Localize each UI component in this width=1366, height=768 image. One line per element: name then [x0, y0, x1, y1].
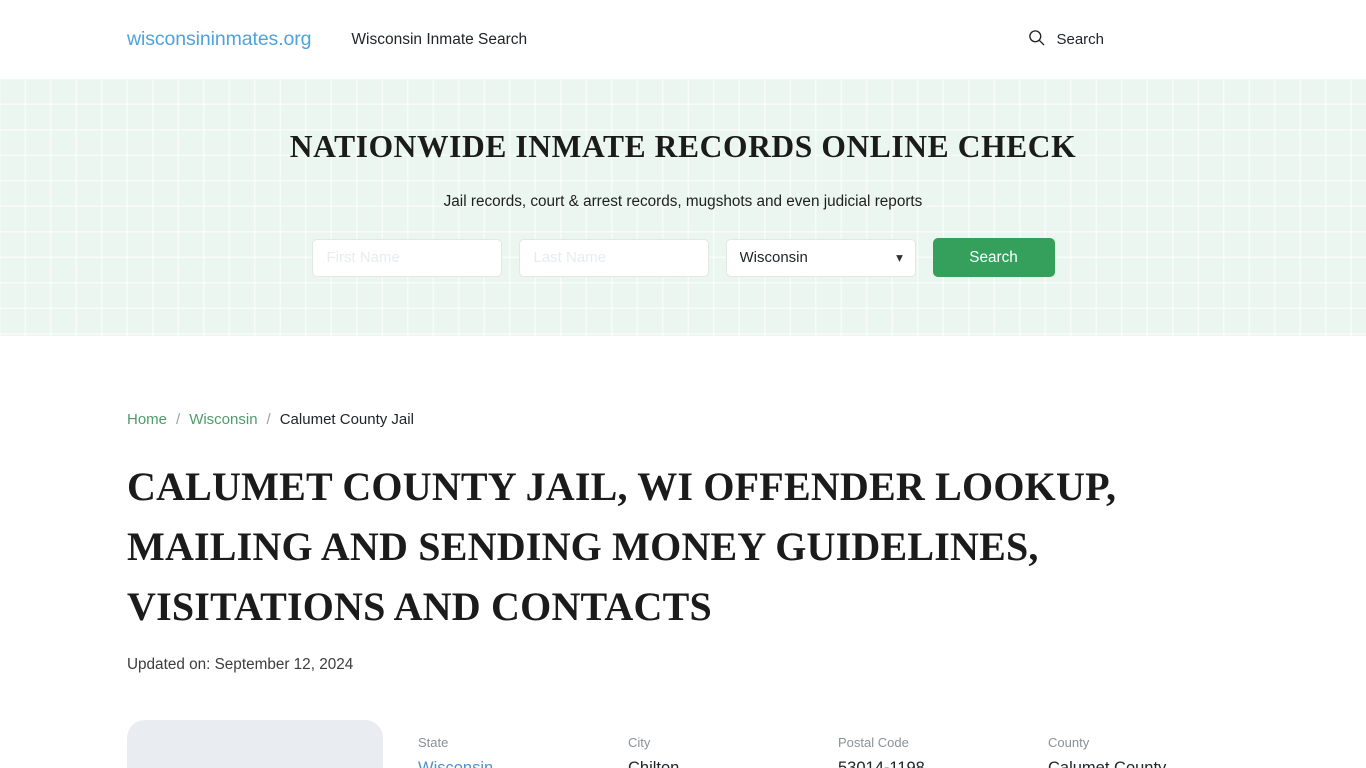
- facility-field-state: State Wisconsin: [418, 735, 628, 768]
- header-search-label: Search: [1056, 31, 1104, 48]
- facility-info-section: State Wisconsin City Chilton Postal Code…: [127, 720, 1239, 768]
- field-label: City: [628, 735, 651, 750]
- field-value: Chilton: [628, 758, 680, 768]
- hero-section: Nationwide Inmate Records Online Check J…: [0, 79, 1366, 336]
- site-header: wisconsininmates.org Wisconsin Inmate Se…: [0, 0, 1366, 79]
- header-search-button[interactable]: Search: [1028, 29, 1239, 50]
- field-value: Calumet County: [1048, 758, 1167, 768]
- last-updated-text: Updated on: September 12, 2024: [127, 656, 354, 673]
- field-label: County: [1048, 735, 1090, 750]
- facility-photo: [127, 720, 383, 768]
- hero-search-submit-button[interactable]: Search: [932, 238, 1055, 278]
- state-link[interactable]: Wisconsin: [418, 759, 493, 768]
- page-title: Calumet County Jail, WI Offender Lookup,…: [127, 464, 1117, 629]
- breadcrumb-separator: /: [176, 411, 181, 428]
- breadcrumb-item-wisconsin[interactable]: Wisconsin: [189, 411, 257, 428]
- facility-field-city: City Chilton: [628, 735, 838, 768]
- inmate-search-form: Wisconsin ▾ Search: [0, 238, 1366, 278]
- site-logo[interactable]: wisconsininmates.org: [127, 29, 312, 50]
- breadcrumb: Home / Wisconsin / Calumet County Jail: [127, 336, 1239, 428]
- hero-subtitle: Jail records, court & arrest records, mu…: [443, 193, 923, 211]
- state-select[interactable]: Wisconsin: [725, 238, 916, 277]
- field-value: Wisconsin: [418, 758, 628, 768]
- field-label: State: [418, 735, 449, 750]
- facility-field-list: State Wisconsin City Chilton Postal Code…: [383, 720, 1258, 768]
- search-icon: [1028, 29, 1045, 50]
- facility-field-county: County Calumet County: [1048, 735, 1258, 768]
- breadcrumb-item-home[interactable]: Home: [127, 411, 167, 428]
- field-label: Postal Code: [838, 735, 909, 750]
- breadcrumb-separator: /: [266, 411, 271, 428]
- first-name-input[interactable]: [311, 238, 502, 277]
- hero-title: Nationwide Inmate Records Online Check: [289, 129, 1077, 164]
- nav-tagline-link[interactable]: Wisconsin Inmate Search: [351, 31, 527, 49]
- state-select-wrapper: Wisconsin ▾: [725, 238, 916, 277]
- main-content: Home / Wisconsin / Calumet County Jail C…: [0, 336, 1366, 768]
- facility-field-postal-code: Postal Code 53014-1198: [838, 735, 1048, 768]
- field-value: 53014-1198: [838, 758, 925, 768]
- last-name-input[interactable]: [518, 238, 709, 277]
- breadcrumb-item-current: Calumet County Jail: [279, 411, 414, 428]
